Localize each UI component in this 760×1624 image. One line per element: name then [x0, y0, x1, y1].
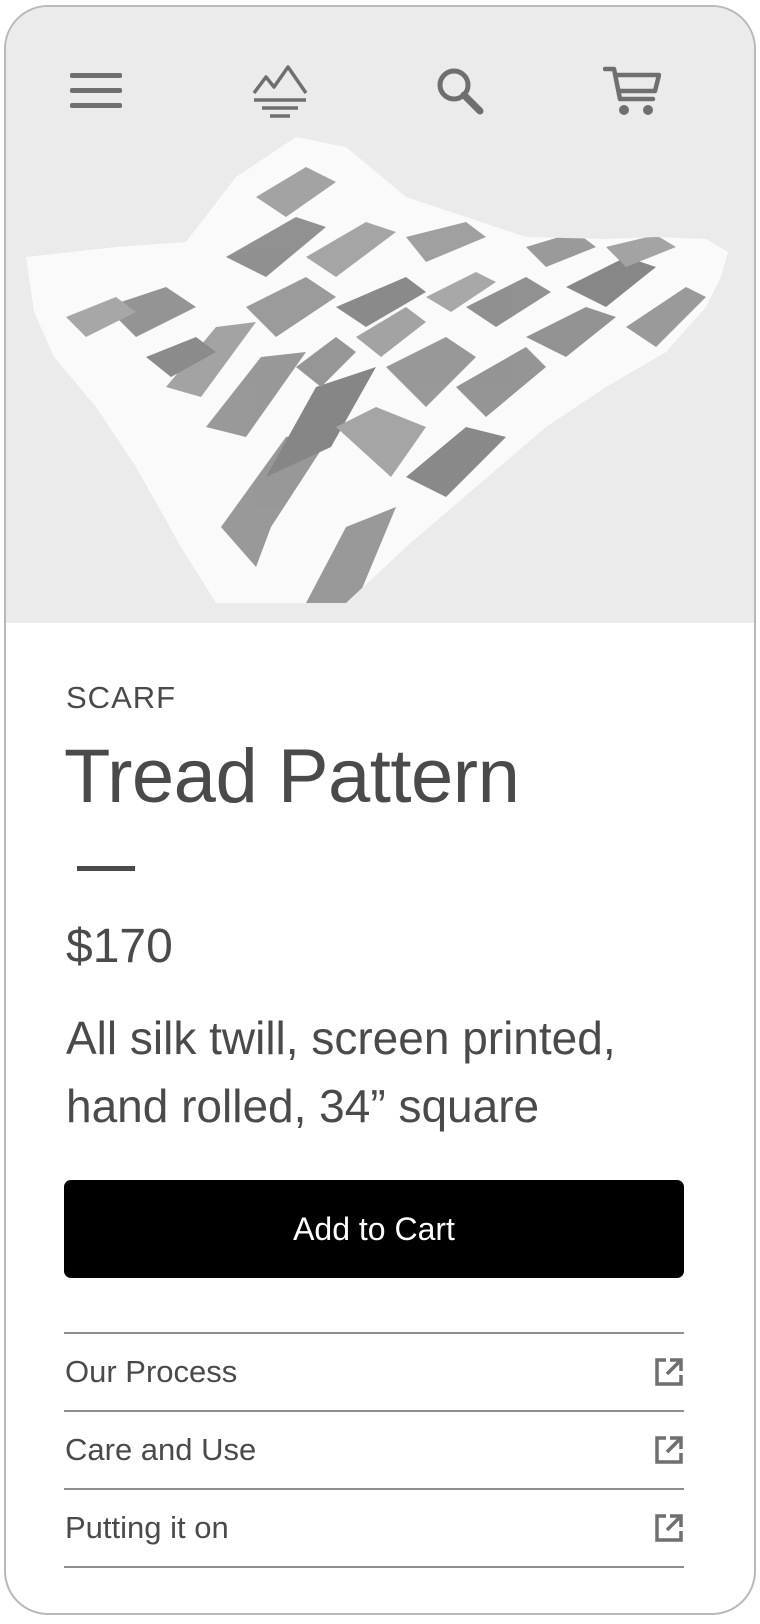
hero-section	[6, 7, 754, 623]
link-label: Care and Use	[65, 1432, 257, 1467]
hamburger-menu-icon[interactable]	[60, 55, 132, 127]
shopping-cart-icon[interactable]	[596, 55, 668, 127]
external-link-icon	[655, 1358, 683, 1386]
mountain-logo-icon[interactable]	[244, 55, 316, 127]
product-description: All silk twill, screen printed, hand rol…	[66, 1012, 616, 1132]
link-putting-it-on[interactable]: Putting it on	[64, 1490, 684, 1568]
link-care-and-use[interactable]: Care and Use	[64, 1412, 684, 1490]
product-title: Tread Pattern	[64, 734, 520, 819]
link-label: Putting it on	[65, 1510, 229, 1545]
product-category: SCARF	[66, 680, 177, 715]
product-price: $170	[66, 920, 173, 973]
link-label: Our Process	[65, 1354, 238, 1389]
link-our-process[interactable]: Our Process	[64, 1334, 684, 1412]
info-links: Our Process Care and Use Putting it on	[64, 1332, 684, 1568]
search-icon[interactable]	[424, 55, 496, 127]
add-to-cart-button[interactable]: Add to Cart	[64, 1180, 684, 1278]
external-link-icon	[655, 1514, 683, 1542]
title-divider	[77, 866, 135, 871]
phone-frame: SCARF Tread Pattern $170 All silk twill,…	[4, 5, 756, 1615]
external-link-icon	[655, 1436, 683, 1464]
